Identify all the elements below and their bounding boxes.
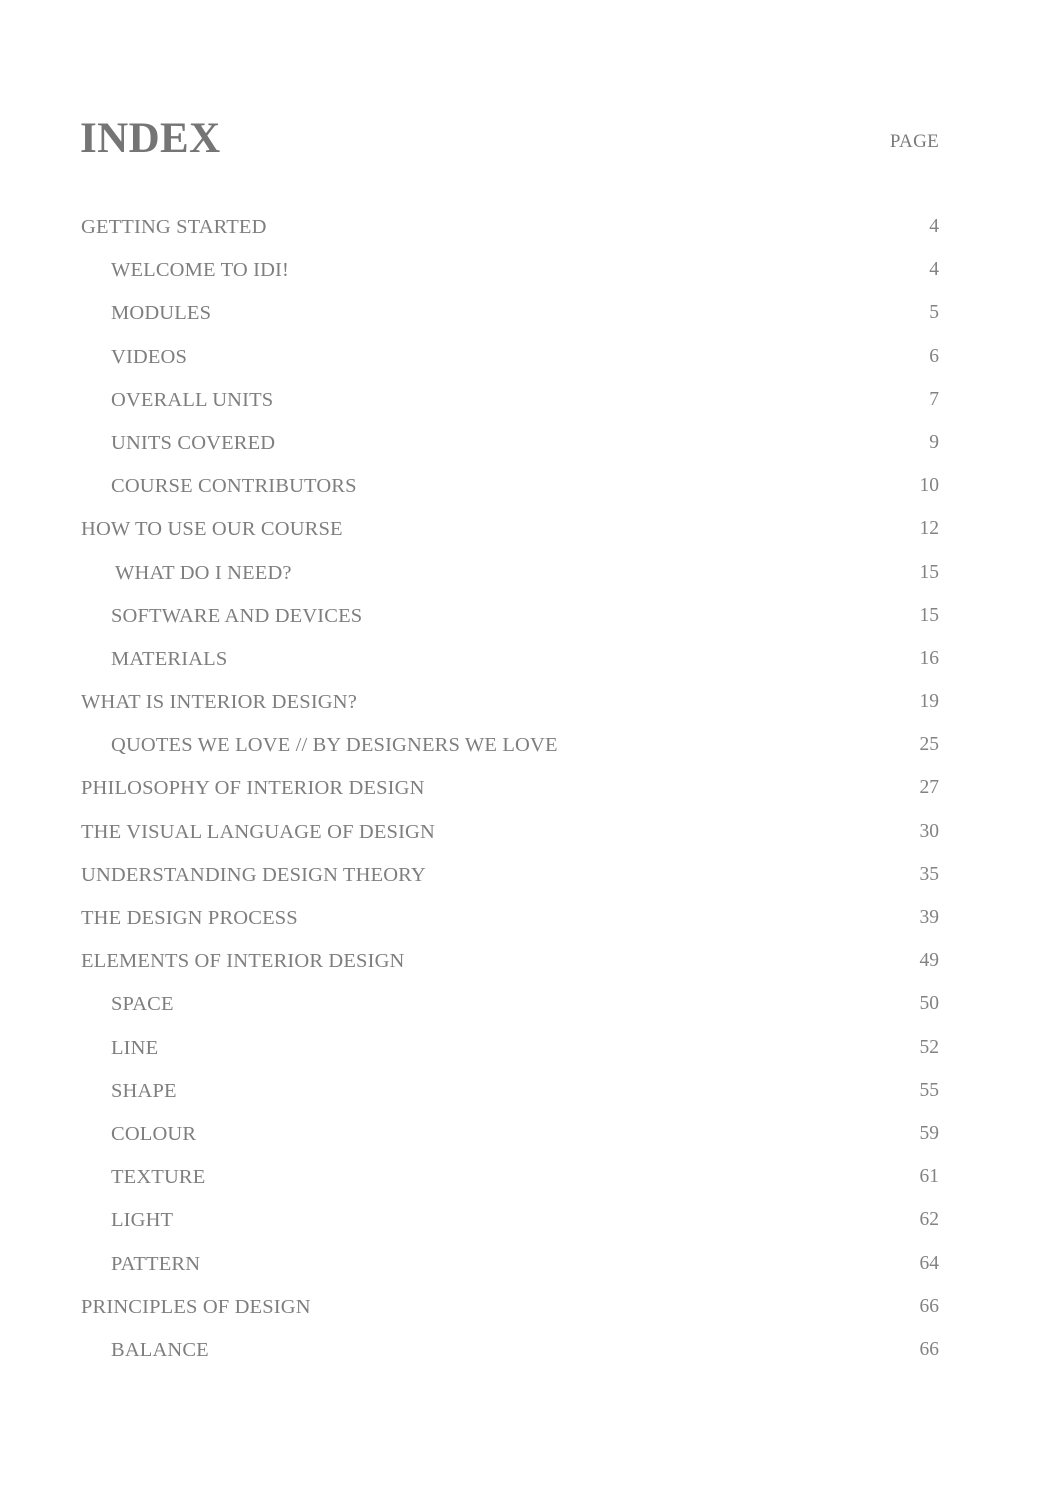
- toc-entry-label: WHAT DO I NEED?: [115, 561, 292, 584]
- table-of-contents: GETTING STARTED 4 WELCOME TO IDI! 4 MODULES 5…: [81, 214, 939, 1380]
- toc-entry[interactable]: PATTERN 64: [81, 1251, 939, 1294]
- toc-entry-label: OVERALL UNITS: [111, 388, 274, 411]
- toc-entry[interactable]: UNDERSTANDING DESIGN THEORY 35: [81, 862, 939, 905]
- toc-entry[interactable]: QUOTES WE LOVE // BY DESIGNERS WE LOVE 25: [81, 732, 939, 775]
- toc-entry[interactable]: SPACE 50: [81, 991, 939, 1034]
- toc-entry-page-number: 7: [929, 388, 939, 410]
- toc-entry-page-number: 66: [919, 1338, 940, 1360]
- toc-entry-label: TEXTURE: [111, 1166, 206, 1189]
- toc-entry-page-number: 5: [929, 302, 939, 324]
- toc-entry-page-number: 64: [919, 1252, 940, 1274]
- toc-entry-label: PHILOSOPHY OF INTERIOR DESIGN: [81, 777, 425, 800]
- toc-entry-page-number: 15: [919, 604, 940, 626]
- toc-entry-page-number: 59: [919, 1122, 940, 1144]
- toc-entry[interactable]: THE DESIGN PROCESS 39: [81, 905, 939, 948]
- toc-entry[interactable]: HOW TO USE OUR COURSE 12: [81, 516, 939, 559]
- toc-entry[interactable]: UNITS COVERED 9: [81, 430, 939, 473]
- toc-entry-label: COLOUR: [111, 1122, 197, 1145]
- toc-entry-page-number: 19: [919, 691, 940, 713]
- toc-entry[interactable]: THE VISUAL LANGUAGE OF DESIGN 30: [81, 819, 939, 862]
- toc-entry[interactable]: COURSE CONTRIBUTORS 10: [81, 473, 939, 516]
- toc-entry-label: MATERIALS: [111, 647, 228, 670]
- toc-entry-label: WHAT IS INTERIOR DESIGN?: [81, 691, 357, 714]
- toc-entry[interactable]: GETTING STARTED 4: [81, 214, 939, 257]
- toc-entry-label: SPACE: [111, 993, 174, 1016]
- toc-entry-page-number: 12: [919, 518, 940, 540]
- toc-entry[interactable]: LINE 52: [81, 1035, 939, 1078]
- toc-entry-label: LINE: [111, 1036, 159, 1059]
- toc-entry[interactable]: LIGHT 62: [81, 1207, 939, 1250]
- toc-entry-page-number: 4: [929, 259, 939, 281]
- page-footer: VISUAL LANGUAGE OF INTERIOR DESIGN MSF50…: [0, 1380, 1062, 1505]
- toc-entry[interactable]: WHAT IS INTERIOR DESIGN? 19: [81, 689, 939, 732]
- toc-entry-label: UNDERSTANDING DESIGN THEORY: [81, 863, 426, 886]
- toc-entry-page-number: 52: [919, 1036, 940, 1058]
- toc-entry-label: ELEMENTS OF INTERIOR DESIGN: [81, 950, 405, 973]
- toc-entry-label: HOW TO USE OUR COURSE: [81, 518, 343, 541]
- toc-entry-page-number: 35: [919, 863, 940, 885]
- page-title: INDEX: [80, 114, 221, 162]
- toc-entry-page-number: 27: [919, 777, 940, 799]
- toc-entry[interactable]: SHAPE 55: [81, 1078, 939, 1121]
- toc-entry-page-number: 4: [929, 216, 939, 237]
- toc-entry-page-number: 55: [919, 1079, 940, 1101]
- toc-entry-page-number: 30: [919, 820, 940, 842]
- toc-entry[interactable]: PRINCIPLES OF DESIGN 66: [81, 1294, 939, 1337]
- toc-entry-page-number: 62: [919, 1209, 940, 1231]
- toc-entry-label: COURSE CONTRIBUTORS: [111, 475, 357, 498]
- toc-entry-label: PRINCIPLES OF DESIGN: [81, 1295, 311, 1318]
- toc-entry[interactable]: ELEMENTS OF INTERIOR DESIGN 49: [81, 948, 939, 991]
- toc-entry[interactable]: MODULES 5: [81, 300, 939, 343]
- toc-entry-page-number: 25: [919, 734, 940, 756]
- toc-entry[interactable]: WELCOME TO IDI! 4: [81, 257, 939, 300]
- toc-entry-label: PATTERN: [111, 1252, 201, 1275]
- toc-entry[interactable]: WHAT DO I NEED? 15: [81, 560, 939, 603]
- toc-entry-page-number: 49: [919, 950, 940, 972]
- toc-entry[interactable]: SOFTWARE AND DEVICES 15: [81, 603, 939, 646]
- toc-entry-page-number: 39: [919, 907, 940, 928]
- toc-entry[interactable]: MATERIALS 16: [81, 646, 939, 689]
- toc-entry-label: MODULES: [111, 302, 212, 325]
- toc-entry-label: QUOTES WE LOVE // BY DESIGNERS WE LOVE: [111, 734, 558, 757]
- toc-entry[interactable]: OVERALL UNITS 7: [81, 387, 939, 430]
- toc-entry-label: WELCOME TO IDI!: [111, 259, 289, 282]
- toc-entry-page-number: 50: [919, 993, 940, 1015]
- toc-entry-page-number: 16: [919, 647, 940, 669]
- toc-entry[interactable]: PHILOSOPHY OF INTERIOR DESIGN 27: [81, 775, 939, 818]
- toc-entry-page-number: 15: [919, 561, 940, 583]
- toc-entry-label: BALANCE: [111, 1338, 209, 1361]
- toc-entry-label: LIGHT: [111, 1209, 174, 1232]
- toc-entry[interactable]: TEXTURE 61: [81, 1164, 939, 1207]
- toc-entry-page-number: 10: [919, 475, 940, 497]
- toc-entry-label: THE VISUAL LANGUAGE OF DESIGN: [81, 820, 435, 843]
- toc-entry-page-number: 61: [919, 1166, 940, 1188]
- toc-entry-label: UNITS COVERED: [111, 431, 276, 454]
- toc-entry-page-number: 9: [929, 431, 939, 453]
- toc-entry-page-number: 66: [919, 1295, 940, 1317]
- toc-entry-label: THE DESIGN PROCESS: [81, 907, 298, 929]
- toc-entry[interactable]: VIDEOS 6: [81, 344, 939, 387]
- document-page: INDEX PAGE GETTING STARTED 4 WELCOME TO ID…: [0, 0, 1062, 1505]
- toc-entry-label: GETTING STARTED: [81, 216, 267, 238]
- toc-entry[interactable]: COLOUR 59: [81, 1121, 939, 1164]
- toc-entry-page-number: 6: [929, 345, 939, 367]
- toc-entry-label: VIDEOS: [111, 345, 188, 368]
- toc-entry-label: SOFTWARE AND DEVICES: [111, 604, 363, 627]
- toc-entry[interactable]: BALANCE 66: [81, 1337, 939, 1380]
- toc-entry-label: SHAPE: [111, 1079, 177, 1102]
- page-column-header: PAGE: [889, 131, 939, 152]
